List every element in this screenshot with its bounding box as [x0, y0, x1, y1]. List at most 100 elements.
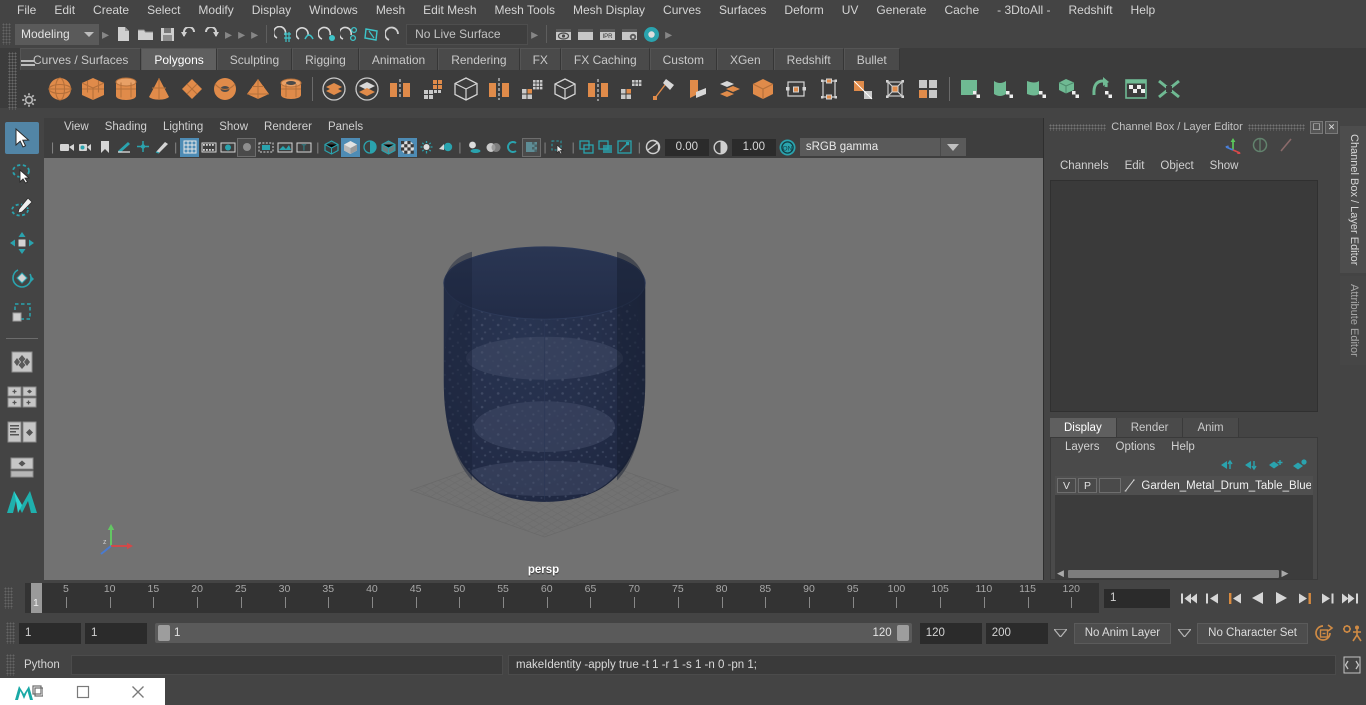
command-input[interactable] — [71, 655, 503, 675]
detach-icon[interactable] — [879, 73, 911, 105]
channelbox-menu-edit[interactable]: Edit — [1117, 159, 1153, 173]
shade-options-icon[interactable] — [360, 138, 379, 157]
menu-surfaces[interactable]: Surfaces — [710, 1, 775, 19]
isolate-select-icon[interactable] — [550, 138, 569, 157]
hypershade-icon[interactable] — [640, 23, 662, 45]
shelf-tab-xgen[interactable]: XGen — [716, 48, 774, 70]
separate-icon[interactable] — [351, 73, 383, 105]
scrollbar-thumb[interactable] — [1067, 569, 1280, 578]
rotate-tool-icon[interactable] — [5, 262, 39, 294]
shelf-tab-sculpting[interactable]: Sculpting — [216, 48, 293, 70]
close-icon[interactable]: ✕ — [1325, 120, 1338, 134]
new-layer-icon[interactable] — [1268, 459, 1283, 471]
resolution-gate-icon[interactable] — [218, 138, 237, 157]
status-line-grip[interactable] — [2, 23, 11, 45]
play-backwards-icon[interactable] — [1247, 588, 1269, 608]
section-collapse-1[interactable]: ▸ — [99, 26, 112, 43]
snap-to-curve-icon[interactable] — [294, 23, 316, 45]
snap-to-projected-center-icon[interactable] — [338, 23, 360, 45]
current-frame-field[interactable]: 1 — [1104, 588, 1170, 608]
merge-icon[interactable] — [714, 73, 746, 105]
go-to-end-icon[interactable] — [1339, 588, 1361, 608]
shelf-tab-redshift[interactable]: Redshift — [773, 48, 844, 70]
use-all-lights-icon[interactable] — [436, 138, 455, 157]
range-low-handle[interactable] — [158, 625, 170, 641]
layer-menu-options[interactable]: Options — [1108, 441, 1164, 453]
uv-cylindrical-icon[interactable] — [1021, 73, 1053, 105]
menu-mesh[interactable]: Mesh — [367, 1, 414, 19]
layer-menu-help[interactable]: Help — [1163, 441, 1203, 453]
xray-joints-icon[interactable] — [597, 138, 616, 157]
smooth-icon[interactable] — [516, 73, 548, 105]
2d-pan-zoom-icon[interactable] — [133, 138, 152, 157]
menu-mesh-tools[interactable]: Mesh Tools — [486, 1, 564, 19]
render-settings-icon[interactable] — [618, 23, 640, 45]
target-weld-icon[interactable] — [648, 73, 680, 105]
poly-sphere-icon[interactable] — [44, 73, 76, 105]
layer-menu-layers[interactable]: Layers — [1057, 441, 1108, 453]
shelf-menu-icon[interactable] — [20, 57, 36, 67]
film-origin-icon[interactable] — [256, 138, 275, 157]
bridge-icon[interactable] — [582, 73, 614, 105]
menu-curves[interactable]: Curves — [654, 1, 710, 19]
step-back-frame-icon[interactable] — [1224, 588, 1246, 608]
shelf-options-gear-icon[interactable] — [21, 92, 37, 108]
anim-layer-dropdown-icon[interactable] — [1052, 623, 1070, 643]
xray-icon[interactable] — [578, 138, 597, 157]
fill-hole-icon[interactable] — [747, 73, 779, 105]
shelf-tab-curves-surfaces[interactable]: Curves / Surfaces — [20, 48, 142, 70]
circle-icon[interactable] — [1252, 137, 1268, 153]
menu-help[interactable]: Help — [1122, 1, 1165, 19]
motion-blur-icon[interactable] — [503, 138, 522, 157]
poly-cone-icon[interactable] — [143, 73, 175, 105]
menuset-selector[interactable]: Modeling — [15, 23, 99, 45]
layer-list-horizontal-scrollbar[interactable]: ◀ ▶ — [1055, 568, 1313, 579]
image-plane-icon[interactable] — [114, 138, 133, 157]
screen-space-ao-icon[interactable] — [484, 138, 503, 157]
quad-draw-icon[interactable] — [681, 73, 713, 105]
uv-unfold-icon[interactable] — [1087, 73, 1119, 105]
viewport-section-1[interactable]: | — [48, 140, 57, 154]
viewport-menu-renderer[interactable]: Renderer — [256, 120, 320, 134]
snap-to-view-plane-icon[interactable] — [360, 23, 382, 45]
xray-active-components-icon[interactable] — [616, 138, 635, 157]
poly-torus-icon[interactable] — [209, 73, 241, 105]
show-render-view-icon[interactable] — [552, 23, 574, 45]
slash-icon[interactable] — [1278, 137, 1294, 153]
uv-cut-icon[interactable] — [1153, 73, 1185, 105]
range-slider-grip[interactable] — [6, 622, 15, 644]
move-layer-up-icon[interactable] — [1220, 459, 1235, 471]
uv-automatic-icon[interactable] — [1054, 73, 1086, 105]
smooth-shade-icon[interactable] — [341, 137, 361, 157]
new-layer-from-selected-icon[interactable] — [1292, 459, 1307, 471]
scale-tool-icon[interactable] — [5, 297, 39, 329]
character-set-field[interactable]: No Character Set — [1197, 622, 1308, 644]
texture-icon[interactable] — [398, 137, 418, 157]
shelf-tab-bullet[interactable]: Bullet — [843, 48, 900, 70]
layer-row[interactable]: V P Garden_Metal_Drum_Table_Blue_002_ — [1055, 476, 1313, 495]
lasso-select-tool-icon[interactable] — [5, 157, 39, 189]
viewport-section-2[interactable]: | — [171, 140, 180, 154]
extrude-icon[interactable] — [780, 73, 812, 105]
render-current-frame-icon[interactable] — [574, 23, 596, 45]
maya-app-icon[interactable] — [0, 678, 55, 705]
range-slider-track[interactable]: 1 120 — [155, 623, 912, 643]
poke-icon[interactable] — [912, 73, 944, 105]
move-layer-down-icon[interactable] — [1244, 459, 1259, 471]
shelf-tab-rigging[interactable]: Rigging — [292, 48, 359, 70]
time-slider-playhead[interactable]: 1 — [31, 583, 42, 613]
color-profile-dropdown[interactable] — [939, 138, 966, 156]
layer-tab-display[interactable]: Display — [1050, 418, 1117, 437]
last-tool-icon[interactable] — [5, 346, 39, 378]
section-collapse-4[interactable]: ▸ — [248, 26, 261, 43]
poly-plane-icon[interactable] — [176, 73, 208, 105]
multisample-icon[interactable] — [521, 137, 541, 157]
character-set-dropdown-icon[interactable] — [1175, 623, 1193, 643]
command-line-grip[interactable] — [6, 654, 15, 676]
maximize-window-icon[interactable] — [55, 678, 110, 705]
animation-preferences-icon[interactable] — [1340, 623, 1366, 643]
menu-mesh-display[interactable]: Mesh Display — [564, 1, 654, 19]
four-view-layout-icon[interactable] — [5, 416, 39, 448]
shelf-tab-rendering[interactable]: Rendering — [438, 48, 520, 70]
viewport-section-7[interactable]: | — [635, 140, 644, 154]
